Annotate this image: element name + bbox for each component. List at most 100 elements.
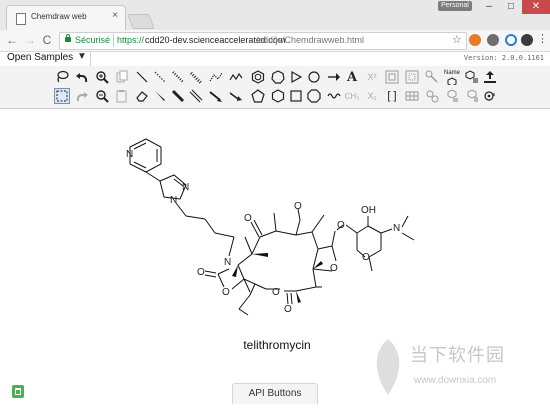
name-to-structure-icon[interactable]: Name xyxy=(444,69,460,85)
page-icon xyxy=(16,13,26,25)
blue-ring-extension-icon[interactable] xyxy=(505,34,517,46)
minimize-button[interactable]: – xyxy=(478,0,500,14)
wedge-bond-icon[interactable] xyxy=(152,88,168,104)
hashed-bond-icon[interactable] xyxy=(152,69,168,85)
copy-icon[interactable] xyxy=(114,69,130,85)
browser-tab[interactable]: Chemdraw web × xyxy=(6,5,126,31)
lasso-icon[interactable] xyxy=(54,69,70,85)
atom-label: O xyxy=(222,287,230,298)
circle-icon[interactable] xyxy=(306,69,322,85)
user-profile-chip[interactable]: Personal xyxy=(438,1,472,11)
atom-label: O xyxy=(330,263,338,274)
bond-arrow-icon[interactable] xyxy=(208,88,224,104)
name-tool-label: Name xyxy=(444,69,461,76)
reload-button[interactable]: C xyxy=(40,33,54,47)
compound-icon[interactable] xyxy=(424,88,440,104)
subscript-icon[interactable]: X₁ xyxy=(364,88,380,104)
atom-label: N xyxy=(224,257,232,268)
dropdown-arrow-icon[interactable] xyxy=(228,88,244,104)
rectangle-icon[interactable] xyxy=(288,88,304,104)
url-separator xyxy=(113,34,114,47)
grid-select-icon[interactable] xyxy=(384,69,400,85)
gray-extension-icon[interactable] xyxy=(487,34,499,46)
paste-icon[interactable] xyxy=(114,88,130,104)
open-samples-label: Open Samples xyxy=(7,52,74,63)
dark-extension-icon[interactable] xyxy=(521,34,533,46)
lock-icon xyxy=(65,34,71,42)
url-path: /cdd/js/Chemdrawweb.html xyxy=(256,35,365,45)
chain-icon[interactable] xyxy=(208,69,224,85)
ch3-icon[interactable]: CH₃ xyxy=(344,88,360,104)
zoom-out-icon[interactable] xyxy=(94,88,110,104)
url-scheme: https:// xyxy=(117,35,145,45)
atom-label: N xyxy=(182,182,190,193)
open-samples-dropdown[interactable]: Open Samples ▼ xyxy=(0,51,91,66)
triangle-icon[interactable] xyxy=(288,69,304,85)
atom-label: OH xyxy=(361,205,376,216)
template-icon[interactable] xyxy=(404,69,420,85)
atom-label: N xyxy=(393,223,401,234)
bracket-icon[interactable]: [ ] xyxy=(384,88,400,104)
browser-titlebar: Chemdraw web × Personal – □ ✕ xyxy=(0,0,550,31)
cyclooctane-icon[interactable] xyxy=(306,88,322,104)
double-bond-icon[interactable] xyxy=(188,88,204,104)
isotope-icon[interactable] xyxy=(464,88,480,104)
marquee-select-icon[interactable] xyxy=(54,88,70,104)
atom-label: O xyxy=(284,304,292,315)
watermark-site: www.downxia.com xyxy=(414,375,497,386)
superscript-icon[interactable]: X² xyxy=(364,69,380,85)
chevron-down-icon: ▼ xyxy=(77,51,87,62)
watermark-logo-icon xyxy=(376,339,400,395)
chain-zigzag-icon[interactable] xyxy=(228,69,244,85)
atom-label: O xyxy=(362,252,370,263)
bold-bond-icon[interactable] xyxy=(170,88,186,104)
browser-navbar: ← → C Sécurisé https:// cdd20-dev.scienc… xyxy=(0,30,550,52)
forward-button[interactable]: → xyxy=(23,33,37,47)
back-button[interactable]: ← xyxy=(5,33,19,47)
zoom-in-icon[interactable] xyxy=(94,69,110,85)
new-tab-button[interactable] xyxy=(127,14,155,29)
tab-close-icon[interactable]: × xyxy=(112,10,118,21)
orange-extension-icon[interactable] xyxy=(469,34,481,46)
hexagon-ring-icon[interactable] xyxy=(250,69,266,85)
chem-table-icon[interactable] xyxy=(404,88,420,104)
version-label: Version: 2.0.0.1161 xyxy=(463,54,544,62)
address-bar[interactable]: Sécurisé https:// cdd20-dev.scienceaccel… xyxy=(59,32,467,50)
single-bond-icon[interactable] xyxy=(134,69,150,85)
text-tool-icon[interactable]: A xyxy=(344,69,360,85)
bookmark-star-icon[interactable]: ☆ xyxy=(452,33,462,46)
undo-icon[interactable] xyxy=(74,69,90,85)
eraser-icon[interactable] xyxy=(134,88,150,104)
hexagon-icon[interactable] xyxy=(270,88,286,104)
maximize-button[interactable]: □ xyxy=(500,0,522,14)
wedge-hashed-bond-icon[interactable] xyxy=(170,69,186,85)
pentagon-icon[interactable] xyxy=(250,88,266,104)
periodic-table-icon[interactable] xyxy=(444,88,460,104)
atom-label: O xyxy=(294,201,302,212)
chemdraw-toolbar: A X² Name CH₃ X₁ [] xyxy=(0,66,550,109)
atom-label: O xyxy=(337,220,345,231)
app-header: Open Samples ▼ Version: 2.0.0.1161 xyxy=(0,51,550,67)
atom-label: N xyxy=(170,195,178,206)
browser-menu-icon[interactable]: ⋮ xyxy=(537,33,548,45)
wavy-bond-icon[interactable] xyxy=(326,88,342,104)
trash-icon[interactable] xyxy=(12,385,24,398)
window-close-button[interactable]: ✕ xyxy=(522,0,550,14)
atom-label: O xyxy=(272,287,280,298)
api-buttons-label: API Buttons xyxy=(248,388,302,399)
redo-icon[interactable] xyxy=(74,88,90,104)
atom-label: O xyxy=(197,267,205,278)
secure-label: Sécurisé xyxy=(75,35,111,45)
stereo-icon[interactable] xyxy=(424,69,440,85)
radical-icon[interactable] xyxy=(482,88,498,104)
arrow-icon[interactable] xyxy=(326,69,342,85)
reaction-icon[interactable] xyxy=(464,69,480,85)
watermark-text: 当下软件园 xyxy=(410,345,505,366)
upload-icon[interactable] xyxy=(482,69,498,85)
drawing-canvas[interactable]: N N N N O O O O O O O O O OH N telithrom… xyxy=(0,109,550,410)
watermark: 当下软件园 www.downxia.com xyxy=(366,337,546,409)
cycloheptane-icon[interactable] xyxy=(270,69,286,85)
api-buttons-tab[interactable]: API Buttons xyxy=(232,383,318,404)
atom-label: O xyxy=(244,213,252,224)
bold-hashed-bond-icon[interactable] xyxy=(188,69,204,85)
